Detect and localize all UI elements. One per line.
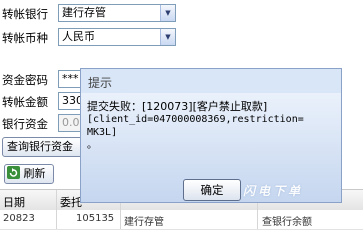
transfer-amount-label: 转帐金额	[2, 95, 48, 109]
dialog-title: 提示	[88, 76, 113, 90]
row-date: 20823	[3, 213, 35, 224]
row-bank: 建行存管	[124, 217, 164, 228]
row-type: 查银行余额	[262, 217, 312, 228]
query-bank-fund-button[interactable]: 查询银行资金	[2, 137, 86, 157]
refresh-label: 刷新	[23, 167, 46, 180]
chevron-down-icon[interactable]: ▼	[160, 29, 175, 45]
watermark-logo: 闪电下单	[243, 184, 304, 198]
table-row[interactable]: 20823 105135 建行存管 查银行余额	[0, 210, 363, 230]
dialog-titlebar[interactable]: 提示	[81, 69, 341, 94]
currency-select[interactable]: 人民币 ▼	[58, 28, 176, 46]
transfer-bank-select[interactable]: 建行存管 ▼	[58, 4, 176, 22]
row-id: 105135	[76, 213, 115, 224]
currency-value: 人民币	[62, 30, 95, 43]
transfer-bank-value: 建行存管	[62, 6, 106, 19]
currency-label: 转帐币种	[2, 31, 48, 45]
chevron-down-icon[interactable]: ▼	[160, 5, 175, 21]
transfer-bank-label: 转帐银行	[2, 7, 48, 21]
bank-fund-label: 银行资金	[2, 117, 48, 131]
ok-button[interactable]: 确定	[183, 179, 241, 201]
refresh-button[interactable]: 刷新	[4, 164, 54, 184]
col-date-header[interactable]: 日期	[3, 194, 25, 210]
dialog-message: 提交失败：[120073][客户禁止取款]	[87, 100, 268, 113]
col-order-header[interactable]: 委托	[60, 194, 82, 210]
refresh-icon	[7, 166, 20, 179]
fund-password-label: 资金密码	[2, 73, 48, 87]
dialog-message-detail: [client_id=047000008369,restriction= MK3…	[87, 114, 304, 151]
